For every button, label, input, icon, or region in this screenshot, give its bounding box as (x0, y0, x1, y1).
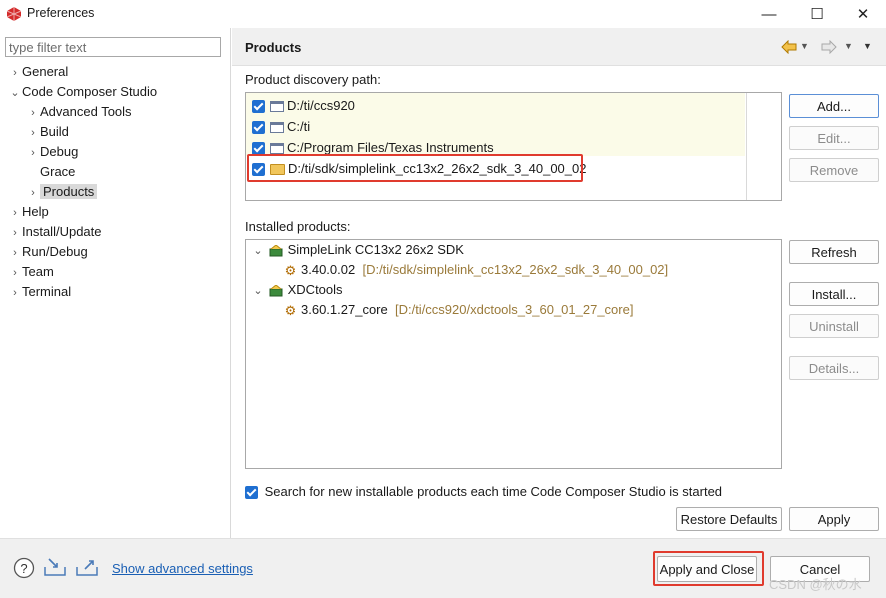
tree-item-build[interactable]: › Build (26, 122, 69, 142)
tree-item-label-selected: Products (40, 184, 98, 199)
page-title: Products (245, 40, 302, 55)
folder-icon (270, 122, 284, 134)
tree-item-advanced-tools[interactable]: › Advanced Tools (26, 102, 132, 123)
discovery-path-row[interactable]: D:/ti/ccs920 (252, 95, 355, 116)
chevron-right-icon[interactable]: › (8, 283, 22, 303)
product-row[interactable]: ⌄ XDCtools (251, 280, 343, 301)
tree-item-help[interactable]: › Help (8, 202, 49, 222)
tree-item-debug[interactable]: › Debug (26, 142, 78, 162)
watermark: CSDN @秋の水 (769, 577, 862, 592)
apply-button[interactable]: Apply (789, 507, 879, 531)
tree-item-code-composer-studio[interactable]: ⌄ Code Composer Studio (8, 82, 157, 102)
checkbox-checked[interactable] (252, 100, 265, 114)
tree-item-label: Grace (40, 164, 76, 179)
maximize-button[interactable]: ☐ (794, 0, 840, 28)
forward-dropdown-icon[interactable]: ▼ (844, 41, 853, 51)
chevron-right-icon[interactable]: › (8, 63, 22, 83)
discovery-path-text: C:/ti (287, 119, 311, 134)
tree-item-label: Help (22, 204, 49, 219)
tree-item-team[interactable]: › Team (8, 262, 54, 282)
tree-item-general[interactable]: › General (8, 62, 68, 82)
tree-item-label: Build (40, 124, 69, 139)
tree-item-install-update[interactable]: › Install/Update (8, 222, 102, 243)
chevron-down-icon[interactable]: ⌄ (251, 241, 265, 261)
discovery-path-label: Product discovery path: (245, 72, 381, 87)
chevron-down-icon[interactable]: ⌄ (8, 83, 22, 103)
product-path: [D:/ti/ccs920/xdctools_3_60_01_27_core] (394, 302, 634, 317)
tree-item-grace[interactable]: Grace (40, 162, 75, 182)
gear-icon: ⚙ (284, 263, 297, 279)
tree-item-label: Team (22, 264, 54, 279)
product-path: [D:/ti/sdk/simplelink_cc13x2_26x2_sdk_3_… (362, 262, 669, 277)
discovery-path-row[interactable]: C:/ti (252, 116, 310, 137)
chevron-right-icon[interactable]: › (26, 143, 40, 163)
product-row[interactable]: ⌄ SimpleLink CC13x2 26x2 SDK (251, 240, 464, 260)
search-option-checkbox[interactable] (245, 486, 258, 500)
search-option-row[interactable]: Search for new installable products each… (245, 484, 722, 500)
remove-button[interactable]: Remove (789, 158, 879, 182)
filter-input[interactable] (5, 37, 221, 57)
folder-icon (270, 143, 284, 155)
product-package-icon (269, 284, 283, 297)
discovery-path-text: C:/Program Files/Texas Instruments (287, 140, 494, 155)
install-button[interactable]: Install... (789, 282, 879, 306)
forward-arrow-icon[interactable] (821, 40, 837, 54)
chevron-right-icon[interactable]: › (26, 183, 40, 203)
tree-item-label: Terminal (22, 284, 72, 299)
discovery-path-text: D:/ti/ccs920 (287, 98, 355, 113)
product-name: XDCtools (287, 282, 343, 297)
chevron-right-icon[interactable]: › (8, 263, 22, 283)
back-arrow-icon[interactable] (781, 40, 797, 54)
edit-button[interactable]: Edit... (789, 126, 879, 150)
tree-item-label: Install/Update (22, 224, 102, 239)
tree-item-label: Advanced Tools (40, 104, 132, 119)
refresh-button[interactable]: Refresh (789, 240, 879, 264)
product-package-icon (269, 244, 283, 257)
import-icon[interactable] (43, 557, 67, 577)
svg-text:?: ? (20, 561, 27, 576)
chevron-right-icon[interactable]: › (8, 243, 22, 263)
product-version-row[interactable]: ⚙ 3.40.0.02 [D:/ti/sdk/simplelink_cc13x2_… (284, 260, 668, 280)
add-button[interactable]: Add... (789, 94, 879, 118)
folder-icon (270, 101, 284, 113)
installed-products-label: Installed products: (245, 219, 351, 234)
tree-item-products[interactable]: › Products (26, 182, 98, 203)
tree-item-label: Code Composer Studio (22, 84, 158, 99)
chevron-right-icon[interactable]: › (26, 123, 40, 143)
details-button[interactable]: Details... (789, 356, 879, 380)
uninstall-button[interactable]: Uninstall (789, 314, 879, 338)
product-name: SimpleLink CC13x2 26x2 SDK (287, 242, 464, 257)
product-version: 3.40.0.02 (301, 262, 356, 277)
tree-item-terminal[interactable]: › Terminal (8, 282, 71, 302)
app-icon (6, 7, 22, 21)
product-version-row[interactable]: ⚙ 3.60.1.27_core [D:/ti/ccs920/xdctools_3… (284, 300, 634, 320)
tree-item-label: General (22, 64, 69, 79)
discovery-list-divider (746, 93, 747, 200)
search-option-label: Search for new installable products each… (264, 484, 723, 499)
restore-defaults-button[interactable]: Restore Defaults (676, 507, 782, 531)
checkbox-checked[interactable] (252, 121, 265, 135)
chevron-right-icon[interactable]: › (26, 103, 40, 123)
chevron-right-icon[interactable]: › (8, 223, 22, 243)
chevron-down-icon[interactable]: ⌄ (251, 281, 265, 301)
gear-icon: ⚙ (284, 303, 297, 319)
product-version: 3.60.1.27_core (301, 302, 388, 317)
chevron-right-icon[interactable]: › (8, 203, 22, 223)
highlight-annotation-box (247, 154, 583, 182)
show-advanced-settings-link[interactable]: Show advanced settings (112, 561, 253, 576)
window-title: Preferences (27, 6, 95, 20)
minimize-button[interactable]: — (746, 0, 792, 28)
help-icon[interactable]: ? (13, 557, 35, 579)
view-menu-icon[interactable]: ▼ (863, 41, 872, 51)
back-dropdown-icon[interactable]: ▼ (800, 41, 809, 51)
export-icon[interactable] (75, 557, 99, 577)
tree-item-run-debug[interactable]: › Run/Debug (8, 242, 88, 262)
tree-item-label: Run/Debug (22, 244, 88, 259)
close-button[interactable]: ✕ (840, 0, 886, 28)
tree-item-label: Debug (40, 144, 79, 159)
highlight-annotation-box (653, 551, 764, 586)
